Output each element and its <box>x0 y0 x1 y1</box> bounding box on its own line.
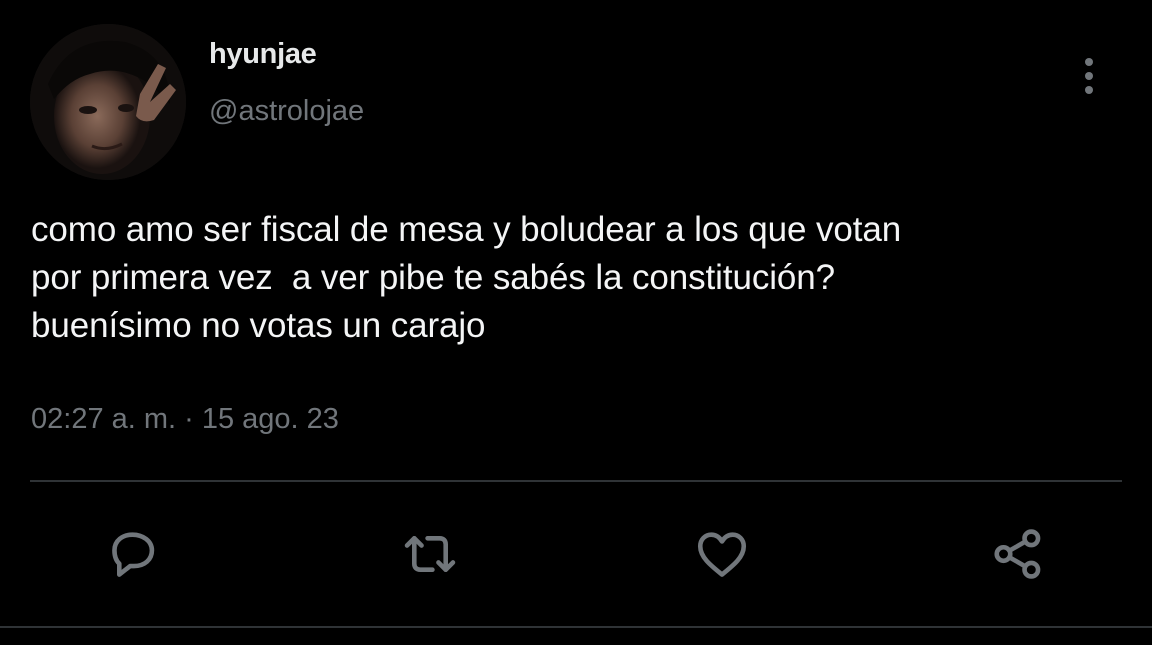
tweet-text: como amo ser fiscal de mesa y boludear a… <box>31 206 1131 350</box>
retweet-button[interactable] <box>400 524 460 584</box>
more-dot <box>1085 86 1093 94</box>
reply-button[interactable] <box>105 524 165 584</box>
tweet-text-line: por primera vez a ver pibe te sabés la c… <box>31 258 836 297</box>
retweet-icon <box>404 535 456 573</box>
more-options-button[interactable] <box>1072 54 1106 98</box>
avatar-photo-icon <box>30 24 186 180</box>
avatar[interactable] <box>30 24 186 180</box>
divider <box>0 626 1152 628</box>
more-dot <box>1085 72 1093 80</box>
like-button[interactable] <box>692 524 752 584</box>
more-vertical-icon <box>1085 58 1093 66</box>
reply-icon <box>112 532 155 577</box>
divider <box>30 480 1122 482</box>
tweet-timestamp[interactable]: 02:27 a. m. · 15 ago. 23 <box>31 403 339 436</box>
user-handle[interactable]: @astrolojae <box>209 95 364 128</box>
tweet-text-line: como amo ser fiscal de mesa y boludear a… <box>31 210 902 249</box>
heart-icon <box>697 532 747 577</box>
tweet-text-line: buenísimo no votas un carajo <box>31 306 486 345</box>
share-icon <box>994 529 1041 579</box>
display-name[interactable]: hyunjae <box>209 38 317 71</box>
share-button[interactable] <box>988 524 1048 584</box>
